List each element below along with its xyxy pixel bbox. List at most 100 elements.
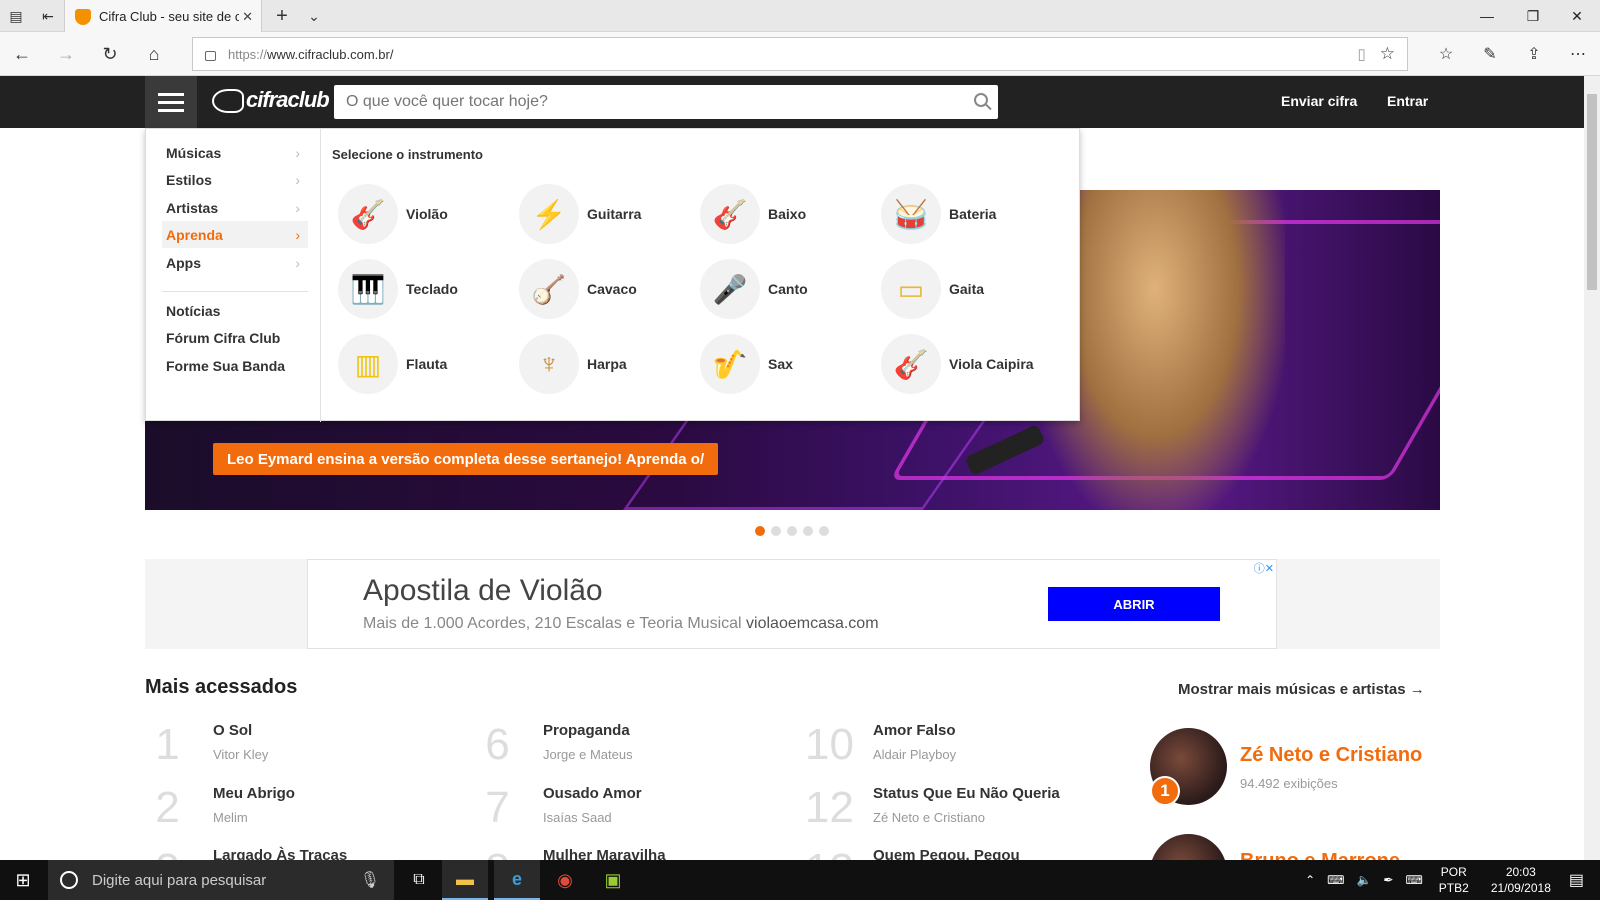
instrument-guitarra[interactable]: ⚡ Guitarra bbox=[519, 184, 699, 244]
browser-tab[interactable]: Cifra Club - seu site de c ✕ bbox=[64, 0, 262, 33]
song-item[interactable]: 2 Meu Abrigo Melim bbox=[145, 783, 445, 839]
instrument-sax[interactable]: 🎷 Sax bbox=[700, 334, 880, 394]
touch-keyboard-icon[interactable]: ⌨ bbox=[1405, 873, 1422, 887]
keyboard-icon: 🎹 bbox=[338, 259, 398, 319]
instrument-flauta[interactable]: ▥ Flauta bbox=[338, 334, 518, 394]
chevron-up-icon[interactable]: ⌃ bbox=[1305, 873, 1315, 887]
windows-taskbar: ⊞ Digite aqui para pesquisar 🎙 ⧉ ▬ e ◉ ▣… bbox=[0, 860, 1600, 900]
menu-item-noticias[interactable]: Notícias bbox=[162, 297, 308, 324]
menu-item-estilos[interactable]: Estilos › bbox=[162, 166, 308, 193]
volume-icon[interactable]: 🔈 bbox=[1356, 873, 1371, 887]
file-explorer-icon[interactable]: ▬ bbox=[442, 860, 488, 900]
system-tray: ⌃ ⌨ 🔈 ✒ ⌨ POR PTB2 20:03 21/09/2018 ▤ bbox=[1299, 860, 1600, 900]
forward-icon[interactable]: → bbox=[44, 32, 88, 76]
pen-icon[interactable]: ✒ bbox=[1383, 873, 1393, 887]
network-icon[interactable]: ⌨ bbox=[1327, 873, 1344, 887]
instrument-harpa[interactable]: ♆ Harpa bbox=[519, 334, 699, 394]
bass-icon: 🎸 bbox=[700, 184, 760, 244]
more-songs-link[interactable]: Mostrar mais músicas e artistas → bbox=[1178, 681, 1425, 698]
instrument-cavaco[interactable]: 🪕 Cavaco bbox=[519, 259, 699, 319]
song-item[interactable]: 3Largado Às Traças bbox=[145, 845, 445, 860]
cifraclub-logo[interactable]: cifraclub bbox=[212, 87, 330, 114]
more-options-icon[interactable]: ⋯ bbox=[1556, 32, 1600, 76]
menu-item-musicas[interactable]: Músicas › bbox=[162, 139, 308, 166]
chevron-right-icon: › bbox=[295, 199, 300, 216]
song-item[interactable]: 7 Ousado Amor Isaías Saad bbox=[475, 783, 775, 839]
song-item[interactable]: 12 Status Que Eu Não Queria Zé Neto e Cris… bbox=[805, 783, 1105, 839]
ad-choices-icon[interactable]: ⓘ✕ bbox=[1251, 560, 1276, 576]
windows-start-icon[interactable]: ⊞ bbox=[0, 860, 46, 900]
close-window-icon[interactable]: ✕ bbox=[1554, 0, 1600, 32]
mega-menu-nav: Músicas › Estilos › Artistas › Aprenda › App… bbox=[146, 129, 321, 422]
microphone-icon[interactable]: 🎙 bbox=[360, 870, 380, 890]
instrument-violao[interactable]: 🎸 Violão bbox=[338, 184, 518, 244]
instrument-viola-caipira[interactable]: 🎸 Viola Caipira bbox=[881, 334, 1061, 394]
song-item[interactable]: 8Mulher Maravilha bbox=[475, 845, 775, 860]
carousel-dot[interactable] bbox=[771, 526, 781, 536]
menu-item-aprenda[interactable]: Aprenda › bbox=[162, 221, 308, 248]
send-cifra-link[interactable]: Enviar cifra bbox=[1281, 93, 1357, 109]
song-item[interactable]: 1O Sol Vitor Kley bbox=[145, 720, 445, 776]
instrument-bateria[interactable]: 🥁 Bateria bbox=[881, 184, 1061, 244]
menu-item-apps[interactable]: Apps › bbox=[162, 249, 308, 276]
artist-item[interactable]: Bruno e Marrone bbox=[1150, 834, 1440, 860]
login-link[interactable]: Entrar bbox=[1387, 93, 1428, 109]
taskbar-search[interactable]: Digite aqui para pesquisar 🎙 bbox=[48, 860, 394, 900]
search-box bbox=[334, 85, 998, 119]
reading-view-icon[interactable]: ▯ bbox=[1357, 45, 1365, 63]
notifications-icon[interactable]: ▤ bbox=[1569, 870, 1584, 890]
restore-icon[interactable]: ❐ bbox=[1510, 0, 1556, 32]
carousel-dot[interactable] bbox=[803, 526, 813, 536]
menu-item-forme-banda[interactable]: Forme Sua Banda bbox=[162, 352, 308, 379]
carousel-dot[interactable] bbox=[755, 526, 765, 536]
clock[interactable]: 20:03 21/09/2018 bbox=[1491, 864, 1551, 896]
search-input[interactable] bbox=[334, 93, 934, 111]
menu-item-forum[interactable]: Fórum Cifra Club bbox=[162, 324, 308, 351]
search-icon[interactable] bbox=[974, 93, 988, 107]
carousel-dot[interactable] bbox=[819, 526, 829, 536]
favorite-star-icon[interactable]: ☆ bbox=[1380, 44, 1395, 64]
new-tab-button[interactable]: + bbox=[266, 0, 298, 32]
url-text: https://www.cifraclub.com.br/ bbox=[228, 46, 394, 62]
instrument-gaita[interactable]: ▭ Gaita bbox=[881, 259, 1061, 319]
song-item[interactable]: 6 Propaganda Jorge e Mateus bbox=[475, 720, 775, 776]
ad-open-button[interactable]: ABRIR bbox=[1048, 587, 1220, 621]
edge-icon[interactable]: e bbox=[494, 860, 540, 900]
tab-set-aside-icon[interactable]: ▤ bbox=[0, 0, 32, 32]
menu-item-artistas[interactable]: Artistas › bbox=[162, 194, 308, 221]
chrome-icon[interactable]: ◉ bbox=[542, 860, 588, 900]
hero-cta-button[interactable]: Leo Eymard ensina a versão completa dess… bbox=[213, 443, 719, 475]
refresh-icon[interactable]: ↻ bbox=[88, 32, 132, 76]
tabs-aside-icon[interactable]: ⇤ bbox=[32, 0, 64, 32]
tab-menu-icon[interactable]: ⌄ bbox=[298, 0, 330, 32]
close-tab-icon[interactable]: ✕ bbox=[242, 9, 253, 25]
ad-banner[interactable]: Apostila de Violão Mais de 1.000 Acordes… bbox=[307, 559, 1277, 649]
address-bar[interactable]: https://www.cifraclub.com.br/ ▯ ☆ bbox=[192, 37, 1408, 71]
home-icon[interactable]: ⌂ bbox=[132, 32, 176, 76]
artist-item[interactable]: 1 Zé Neto e Cristiano 94.492 exibições bbox=[1150, 728, 1440, 808]
back-icon[interactable]: ← bbox=[0, 32, 44, 76]
minimize-icon[interactable]: — bbox=[1464, 0, 1510, 32]
task-view-icon[interactable]: ⧉ bbox=[396, 860, 442, 900]
chevron-right-icon: › bbox=[295, 171, 300, 188]
language-indicator[interactable]: POR PTB2 bbox=[1439, 864, 1469, 896]
scrollbar-thumb[interactable] bbox=[1587, 94, 1597, 290]
pan-flute-icon: ▥ bbox=[338, 334, 398, 394]
ad-title: Apostila de Violão bbox=[363, 574, 603, 607]
instrument-canto[interactable]: 🎤 Canto bbox=[700, 259, 880, 319]
song-item[interactable]: 13Quem Pegou, Pegou bbox=[805, 845, 1105, 860]
viola-icon: 🎸 bbox=[881, 334, 941, 394]
instrument-section-title: Selecione o instrumento bbox=[332, 147, 483, 162]
web-note-icon[interactable]: ✎ bbox=[1468, 32, 1512, 76]
carousel-dot[interactable] bbox=[787, 526, 797, 536]
page-scrollbar[interactable] bbox=[1584, 76, 1600, 860]
browser-tab-bar: ▤ ⇤ Cifra Club - seu site de c ✕ + ⌄ — ❐… bbox=[0, 0, 1600, 33]
favorites-hub-icon[interactable]: ☆ bbox=[1424, 32, 1468, 76]
hamburger-menu-button[interactable] bbox=[145, 76, 197, 128]
notepad-app-icon[interactable]: ▣ bbox=[590, 860, 636, 900]
instrument-baixo[interactable]: 🎸 Baixo bbox=[700, 184, 880, 244]
artist-rank-badge: 1 bbox=[1150, 776, 1180, 806]
share-icon[interactable]: ⇪ bbox=[1512, 32, 1556, 76]
song-item[interactable]: 10 Amor Falso Aldair Playboy bbox=[805, 720, 1105, 776]
instrument-teclado[interactable]: 🎹 Teclado bbox=[338, 259, 518, 319]
